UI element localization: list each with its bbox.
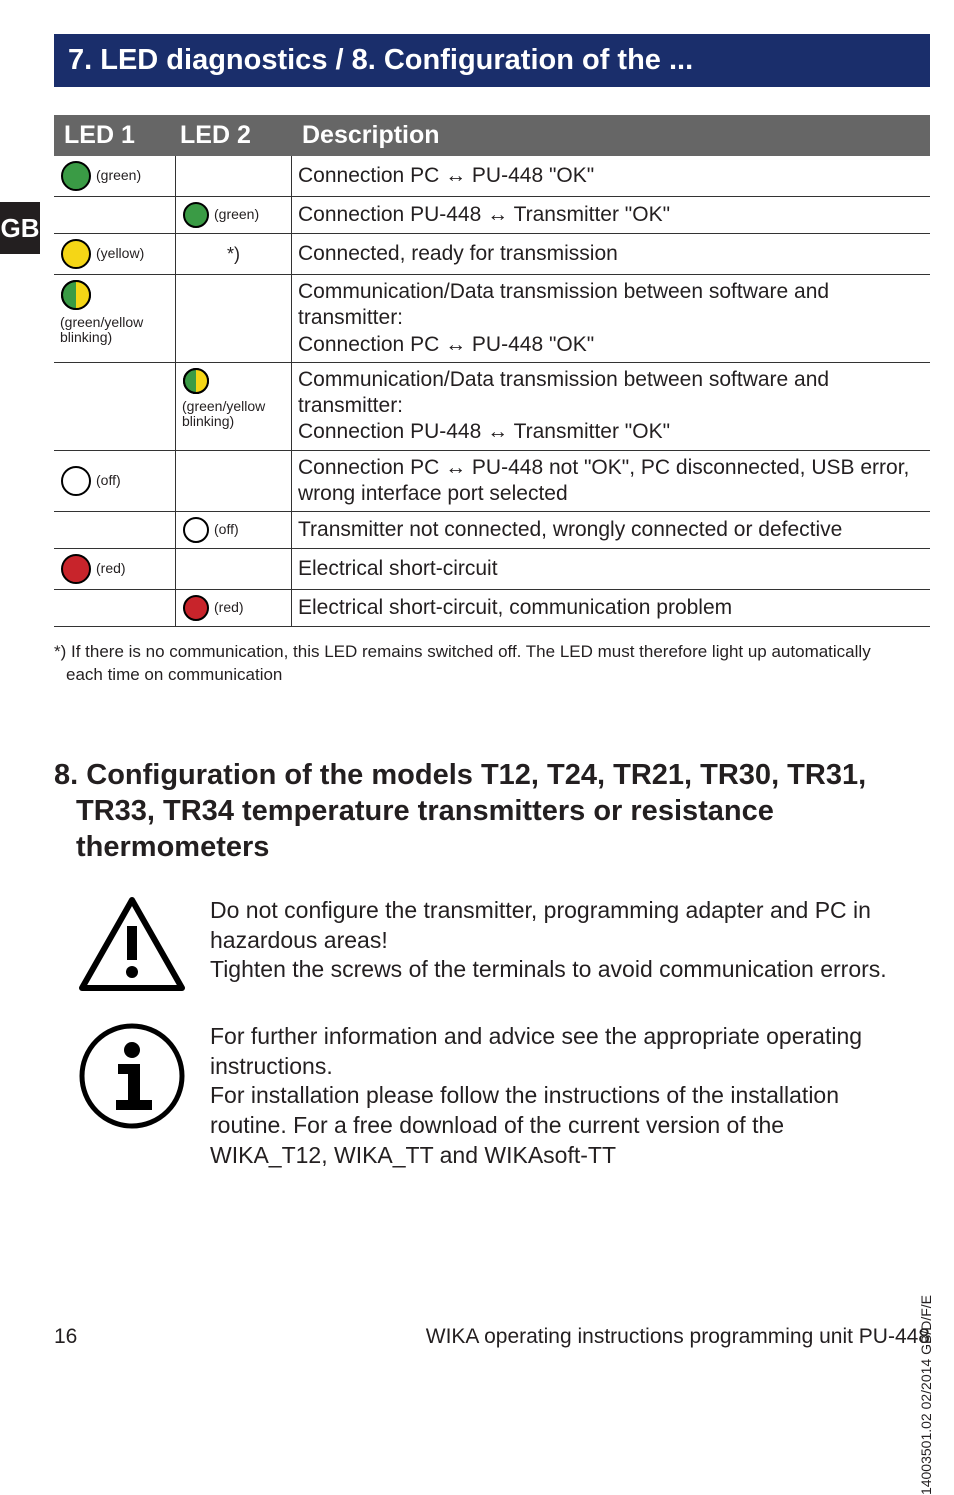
cell-led1 xyxy=(54,512,176,548)
led-icon xyxy=(182,516,210,544)
footer: 16 WIKA operating instructions programmi… xyxy=(54,1325,930,1349)
cell-led2: (off) xyxy=(176,512,292,548)
cell-led2 xyxy=(176,275,292,362)
warning-text: Do not configure the transmitter, progra… xyxy=(210,896,900,986)
led-label: (red) xyxy=(96,561,126,576)
cell-led1: (off) xyxy=(54,451,176,512)
cell-led1 xyxy=(54,590,176,626)
led-icon xyxy=(182,594,210,622)
table-row: (red) Electrical short-circuit xyxy=(54,549,930,590)
footnote: *) If there is no communication, this LE… xyxy=(54,641,900,687)
cell-description: Connection PC ↔ PU-448 "OK" xyxy=(292,156,930,196)
led-icon xyxy=(60,465,92,497)
table-row: (green/yellow blinking)Communication/Dat… xyxy=(54,363,930,451)
cell-description: Electrical short-circuit xyxy=(292,549,930,589)
table-row: (green/yellow blinking) Communication/Dat… xyxy=(54,275,930,363)
led-label: (off) xyxy=(96,473,121,488)
warning-block: Do not configure the transmitter, progra… xyxy=(78,896,900,992)
cell-description: Connected, ready for transmission xyxy=(292,234,930,274)
led-table: LED 1 LED 2 Description (green) Connectio… xyxy=(54,115,930,627)
led-label: (green/yellow blinking) xyxy=(182,399,285,430)
info-text: For further information and advice see t… xyxy=(210,1022,900,1171)
led-label: (off) xyxy=(214,522,239,537)
led-icon xyxy=(60,279,92,311)
col-header-led2: LED 2 xyxy=(176,115,292,156)
page-number: 16 xyxy=(54,1325,77,1349)
cell-led2: *) xyxy=(176,234,292,274)
led-label: (green) xyxy=(96,168,141,183)
info-block: For further information and advice see t… xyxy=(78,1022,900,1171)
cell-description: Transmitter not connected, wrongly conne… xyxy=(292,512,930,548)
table-header-row: LED 1 LED 2 Description xyxy=(54,115,930,156)
led-icon xyxy=(182,201,210,229)
cell-led2 xyxy=(176,156,292,196)
cell-led1: (green/yellow blinking) xyxy=(54,275,176,362)
table-row: (yellow) *)Connected, ready for transmiss… xyxy=(54,234,930,275)
led-icon xyxy=(60,553,92,585)
footer-title: WIKA operating instructions programming … xyxy=(426,1325,930,1349)
table-body: (green) Connection PC ↔ PU-448 "OK" (gree… xyxy=(54,156,930,627)
language-tab: GB xyxy=(0,202,40,254)
cell-led2 xyxy=(176,549,292,589)
led-label: (green/yellow blinking) xyxy=(60,315,169,346)
led-icon xyxy=(60,160,92,192)
warning-icon xyxy=(78,896,186,992)
cell-led1: (red) xyxy=(54,549,176,589)
table-row: (off) Connection PC ↔ PU-448 not "OK", PC… xyxy=(54,451,930,513)
cell-led1 xyxy=(54,363,176,450)
cell-led1: (yellow) xyxy=(54,234,176,274)
cell-description: Electrical short-circuit, communication … xyxy=(292,590,930,626)
cell-led1: (green) xyxy=(54,156,176,196)
cell-description: Communication/Data transmission between … xyxy=(292,275,930,362)
section8-title: 8. Configuration of the models T12, T24,… xyxy=(76,757,900,866)
led-icon xyxy=(60,238,92,270)
cell-description: Connection PC ↔ PU-448 not "OK", PC disc… xyxy=(292,451,930,512)
cell-led2: (red) xyxy=(176,590,292,626)
led-label: (yellow) xyxy=(96,246,144,261)
table-row: (red) Electrical short-circuit, communica… xyxy=(54,590,930,627)
cell-description: Connection PU-448 ↔ Transmitter "OK" xyxy=(292,197,930,233)
section8-number: 8. xyxy=(54,759,78,791)
led-label: (green) xyxy=(214,207,259,222)
section8-heading: Configuration of the models T12, T24, TR… xyxy=(76,759,866,864)
cell-description: Communication/Data transmission between … xyxy=(292,363,930,450)
cell-led1 xyxy=(54,197,176,233)
led-label: (red) xyxy=(214,600,244,615)
cell-led2 xyxy=(176,451,292,512)
led-icon xyxy=(182,367,210,395)
table-row: (green) Connection PU-448 ↔ Transmitter "… xyxy=(54,197,930,234)
col-header-desc: Description xyxy=(292,115,930,156)
cell-led2: (green) xyxy=(176,197,292,233)
col-header-led1: LED 1 xyxy=(54,115,176,156)
info-icon xyxy=(78,1022,186,1130)
table-row: (off) Transmitter not connected, wrongly … xyxy=(54,512,930,549)
section-header: 7. LED diagnostics / 8. Configuration of… xyxy=(54,34,930,87)
cell-led2: (green/yellow blinking) xyxy=(176,363,292,450)
table-row: (green) Connection PC ↔ PU-448 "OK" xyxy=(54,156,930,197)
